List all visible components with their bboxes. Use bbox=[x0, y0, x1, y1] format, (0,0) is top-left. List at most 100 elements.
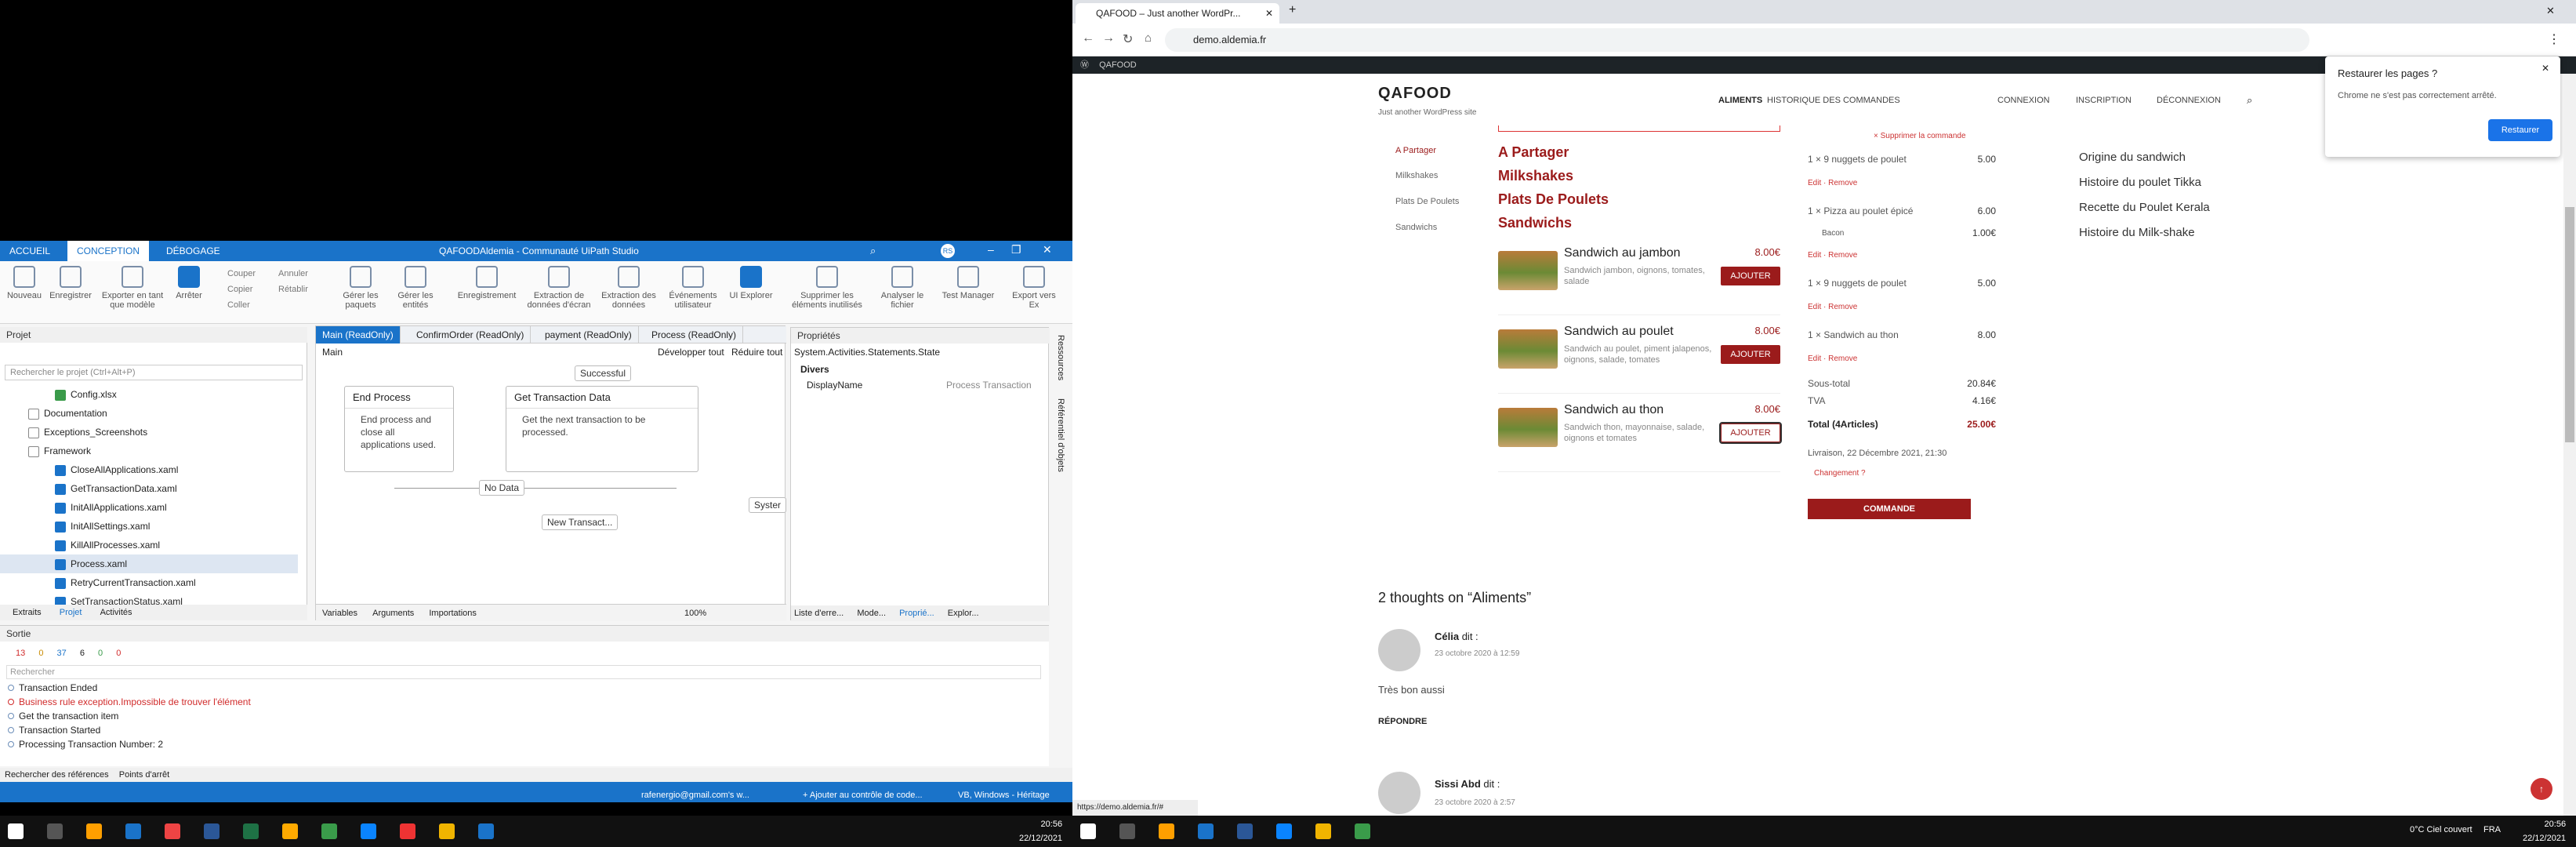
test-manager-button[interactable]: Test Manager bbox=[941, 266, 996, 300]
doc-tab-process[interactable]: Process (ReadOnly) bbox=[645, 326, 744, 344]
language-indicator[interactable]: FRA bbox=[2483, 825, 2501, 834]
category-heading[interactable]: Milkshakes bbox=[1498, 168, 1573, 184]
zoom-select[interactable]: 100% bbox=[684, 605, 706, 622]
category-heading[interactable]: Plats De Poulets bbox=[1498, 191, 1609, 208]
back-icon[interactable]: ← bbox=[1082, 31, 1094, 45]
ui-explorer-button[interactable]: UI Explorer bbox=[729, 266, 773, 300]
word-icon[interactable] bbox=[204, 823, 220, 839]
account-status[interactable]: rafenergio@gmail.com's w... bbox=[641, 788, 749, 802]
collapse-all-link[interactable]: Réduire tout bbox=[731, 347, 782, 358]
comment-date[interactable]: 23 octobre 2020 à 12:59 bbox=[1435, 649, 1519, 658]
tree-item[interactable]: Exceptions_Screenshots bbox=[28, 423, 147, 442]
opera-icon[interactable] bbox=[400, 823, 415, 839]
copy-button[interactable]: Copier bbox=[227, 282, 256, 297]
tab-modes[interactable]: Mode... bbox=[857, 609, 886, 618]
system-exception-state[interactable]: Syster bbox=[749, 497, 787, 513]
undo-button[interactable]: Annuler bbox=[278, 266, 308, 282]
order-button[interactable]: COMMANDE bbox=[1808, 499, 1971, 519]
home-icon[interactable]: ⌂ bbox=[1145, 31, 1152, 45]
info-count[interactable]: 37 bbox=[57, 649, 67, 658]
tree-item[interactable]: RetryCurrentTransaction.xaml bbox=[55, 573, 196, 592]
product-name[interactable]: Sandwich au thon bbox=[1564, 403, 1664, 417]
word-icon[interactable] bbox=[1237, 823, 1253, 839]
expand-all-link[interactable]: Développer tout bbox=[658, 347, 724, 358]
change-delivery-link[interactable]: Changement ? bbox=[1814, 469, 1866, 478]
product-name[interactable]: Sandwich au jambon bbox=[1564, 246, 1681, 260]
tree-item-selected[interactable]: Process.xaml bbox=[0, 554, 298, 573]
app-icon[interactable] bbox=[282, 823, 298, 839]
error-count[interactable]: 13 bbox=[16, 649, 25, 658]
transition-new-transaction[interactable]: New Transact... bbox=[542, 514, 619, 530]
stop-button[interactable]: Arrêter bbox=[169, 266, 209, 300]
record-button[interactable]: Enregistrement bbox=[453, 266, 521, 300]
blog-link[interactable]: Histoire du poulet Tikka bbox=[2079, 176, 2201, 189]
nav-inscription[interactable]: INSCRIPTION bbox=[2076, 96, 2132, 105]
tree-item[interactable]: KillAllProcesses.xaml bbox=[55, 536, 160, 554]
menu-icon[interactable]: ⋮ bbox=[2548, 31, 2560, 47]
maximize-icon[interactable]: ❐ bbox=[1011, 243, 1021, 256]
side-link-partager[interactable]: A Partager bbox=[1395, 146, 1436, 155]
variables-tab[interactable]: Variables bbox=[322, 609, 357, 618]
windows-start-icon[interactable] bbox=[8, 823, 24, 839]
category-heading[interactable]: A Partager bbox=[1498, 144, 1569, 161]
alert-count[interactable]: 0 bbox=[116, 649, 121, 658]
tab-project[interactable]: Projet bbox=[60, 608, 82, 617]
cart-item-actions[interactable]: Edit · Remove bbox=[1808, 179, 1857, 187]
tab-error-list[interactable]: Liste d'erre... bbox=[794, 609, 844, 618]
tab-debogage[interactable]: DÉBOGAGE bbox=[157, 241, 230, 261]
warning-count[interactable]: 0 bbox=[38, 649, 43, 658]
redo-button[interactable]: Rétablir bbox=[278, 282, 308, 297]
wp-site-link[interactable]: QAFOOD bbox=[1099, 60, 1137, 70]
windows-start-icon[interactable] bbox=[1080, 823, 1096, 839]
tab-resources[interactable]: Ressources bbox=[1056, 335, 1065, 380]
tree-item[interactable]: InitAllApplications.xaml bbox=[55, 498, 167, 517]
popup-close-icon[interactable]: ✕ bbox=[2542, 63, 2549, 74]
product-name[interactable]: Sandwich au poulet bbox=[1564, 325, 1674, 339]
nav-deconnexion[interactable]: DÉCONNEXION bbox=[2157, 96, 2221, 105]
tree-item[interactable]: Documentation bbox=[28, 404, 107, 423]
add-to-cart-button[interactable]: AJOUTER bbox=[1719, 422, 1782, 444]
address-bar[interactable]: demo.aldemia.fr bbox=[1165, 28, 2309, 52]
blog-link[interactable]: Recette du Poulet Kerala bbox=[2079, 201, 2210, 214]
category-heading[interactable]: Sandwichs bbox=[1498, 215, 1572, 231]
tree-item[interactable]: Config.xlsx bbox=[55, 385, 117, 404]
tab-explorer[interactable]: Explor... bbox=[948, 609, 979, 618]
manage-entities-button[interactable]: Gérer les entités bbox=[392, 266, 439, 310]
close-icon[interactable]: ✕ bbox=[1043, 243, 1052, 256]
side-link-milkshakes[interactable]: Milkshakes bbox=[1395, 171, 1438, 180]
tab-conception[interactable]: CONCEPTION bbox=[67, 241, 150, 261]
tree-item[interactable]: Framework bbox=[28, 442, 91, 460]
task-view-icon[interactable] bbox=[1119, 823, 1135, 839]
blog-link[interactable]: Histoire du Milk-shake bbox=[2079, 226, 2195, 239]
nav-connexion[interactable]: CONNEXION bbox=[1997, 96, 2050, 105]
reload-icon[interactable]: ↻ bbox=[1123, 31, 1133, 47]
add-to-cart-button[interactable]: AJOUTER bbox=[1721, 267, 1780, 285]
add-to-cart-button[interactable]: AJOUTER bbox=[1721, 345, 1780, 364]
avatar[interactable]: RS bbox=[941, 244, 955, 258]
cut-button[interactable]: Couper bbox=[227, 266, 256, 282]
window-close-icon[interactable]: ✕ bbox=[2546, 5, 2555, 17]
weather-widget[interactable]: 0°C Ciel couvert bbox=[2410, 825, 2473, 834]
tab-close-icon[interactable]: ✕ bbox=[1265, 3, 1273, 24]
tree-item[interactable]: CloseAllApplications.xaml bbox=[55, 460, 178, 479]
chrome-icon[interactable] bbox=[439, 823, 455, 839]
minimize-icon[interactable]: – bbox=[988, 243, 994, 256]
side-link-poulets[interactable]: Plats De Poulets bbox=[1395, 197, 1459, 206]
cart-item-actions[interactable]: Edit · Remove bbox=[1808, 251, 1857, 260]
imports-tab[interactable]: Importations bbox=[429, 609, 477, 618]
uipath-icon[interactable] bbox=[478, 823, 494, 839]
end-process-state[interactable]: End Process End process and close all ap… bbox=[344, 386, 454, 472]
comment-author[interactable]: Célia bbox=[1435, 631, 1459, 642]
site-title[interactable]: QAFOOD bbox=[1378, 85, 1452, 103]
new-button[interactable]: Nouveau bbox=[5, 266, 44, 300]
verbose-count[interactable]: 0 bbox=[98, 649, 103, 658]
get-transaction-state[interactable]: Get Transaction Data Get the next transa… bbox=[506, 386, 698, 472]
tab-accueil[interactable]: ACCUEIL bbox=[0, 241, 60, 261]
data-scraping-button[interactable]: Extraction des données bbox=[597, 266, 660, 310]
edge-icon[interactable] bbox=[361, 823, 376, 839]
wordpress-icon[interactable]: Ⓦ bbox=[1080, 60, 1089, 70]
excel-icon[interactable] bbox=[243, 823, 259, 839]
app-icon[interactable] bbox=[1355, 823, 1370, 839]
cart-item-actions[interactable]: Edit · Remove bbox=[1808, 354, 1857, 363]
export-excel-button[interactable]: Export vers Ex bbox=[1007, 266, 1061, 310]
